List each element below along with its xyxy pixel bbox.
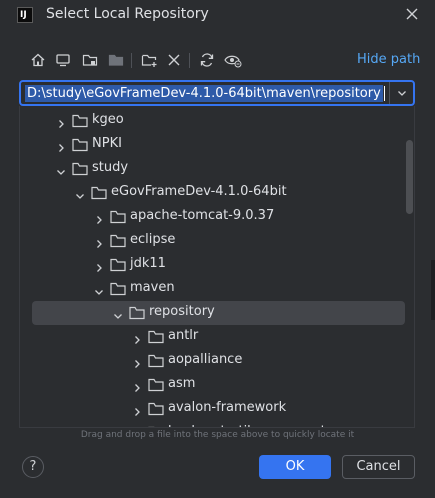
folder-icon [110,233,126,248]
tree-row-label: repository [149,304,215,319]
tree-row[interactable]: avalon-framework [20,397,404,421]
cancel-button[interactable]: Cancel [342,455,415,479]
path-input[interactable]: D:\study\eGovFrameDev-4.1.0-64bit\maven\… [25,85,385,102]
folder-icon [148,425,164,427]
tree-row-label: study [92,160,129,175]
tree-row[interactable]: aopalliance [20,349,404,373]
toolbar-separator [131,53,132,68]
tree-row-label: aopalliance [168,352,243,367]
folder-icon [72,113,88,128]
delete-icon[interactable] [164,50,184,70]
folder-icon [148,353,164,368]
chevron-right-icon[interactable] [131,331,143,344]
tree-row-label: eclipse [130,232,176,247]
tree-row-label: backport-util-concurrent [168,424,326,427]
chevron-right-icon[interactable] [55,115,67,128]
tree-row[interactable]: NPKI [20,133,404,157]
toolbar-separator [189,53,190,68]
path-divider [389,82,390,104]
folder-icon [110,281,126,296]
folder-icon [72,137,88,152]
text-cursor [383,86,385,101]
chevron-right-icon[interactable] [93,235,105,248]
path-field[interactable]: D:\study\eGovFrameDev-4.1.0-64bit\maven\… [19,80,415,106]
window-edge [431,260,435,320]
tree-row-label: maven [130,280,175,295]
help-button[interactable]: ? [22,456,44,478]
chevron-down-icon[interactable] [112,307,124,319]
tree-row-label: eGovFrameDev-4.1.0-64bit [111,184,287,199]
drag-drop-hint: Drag and drop a file into the space abov… [80,430,355,440]
chevron-down-icon[interactable] [93,283,105,295]
close-icon[interactable] [404,7,420,23]
folder-icon [148,329,164,344]
tree-row[interactable]: backport-util-concurrent [20,421,404,428]
chevron-right-icon[interactable] [131,379,143,392]
path-input-text: D:\study\eGovFrameDev-4.1.0-64bit\maven\… [25,85,383,102]
tree-row[interactable]: repository [32,301,405,325]
app-logo: IJ [17,7,33,23]
folder-icon [148,377,164,392]
folder-icon [110,257,126,272]
chevron-right-icon[interactable] [131,427,143,428]
folder-icon [148,401,164,416]
folder-icon [110,209,126,224]
tree-row[interactable]: kgeo [20,109,404,133]
chevron-down-icon[interactable] [55,163,67,175]
tree-scrollbar[interactable] [406,140,413,214]
tree-row[interactable]: apache-tomcat-9.0.37 [20,205,404,229]
chevron-right-icon[interactable] [131,355,143,368]
tree-row[interactable]: maven [20,277,404,301]
ok-button[interactable]: OK [259,455,331,479]
chevron-right-icon[interactable] [93,211,105,224]
tree-row-label: asm [168,376,196,391]
chevron-right-icon[interactable] [131,403,143,416]
title-bar: IJ Select Local Repository [0,0,435,32]
folder-icon [129,305,145,320]
tree-row[interactable]: eclipse [20,229,404,253]
tree-row-label: jdk11 [130,256,166,271]
desktop-icon[interactable] [53,50,73,70]
chevron-right-icon[interactable] [93,259,105,272]
tree-row-label: kgeo [92,112,124,127]
show-hidden-icon[interactable] [223,50,243,70]
tree-row[interactable]: jdk11 [20,253,404,277]
dialog-title: Select Local Repository [46,6,209,22]
tree-row-label: avalon-framework [168,400,287,415]
tree-row[interactable]: antlr [20,325,404,349]
tree-row-label: antlr [168,328,199,343]
hide-path-link[interactable]: Hide path [357,52,420,67]
home-icon[interactable] [28,50,48,70]
tree-row[interactable]: asm [20,373,404,397]
tree-row-label: apache-tomcat-9.0.37 [130,208,275,223]
refresh-icon[interactable] [197,50,217,70]
tree-row-label: NPKI [92,136,122,151]
chevron-right-icon[interactable] [55,139,67,152]
project-folder-icon[interactable] [80,50,100,70]
tree-row[interactable]: eGovFrameDev-4.1.0-64bit [20,181,404,205]
tree-row[interactable]: study [20,157,404,181]
folder-tree[interactable]: kgeo NPKI study eGovFrameDev-4.1.0-64bit apa… [19,106,415,428]
folder-icon [91,185,107,200]
chevron-down-icon[interactable] [74,187,86,199]
folder-icon [72,161,88,176]
new-folder-icon[interactable] [139,50,159,70]
module-folder-icon [106,50,126,70]
chevron-down-icon[interactable] [391,82,413,104]
